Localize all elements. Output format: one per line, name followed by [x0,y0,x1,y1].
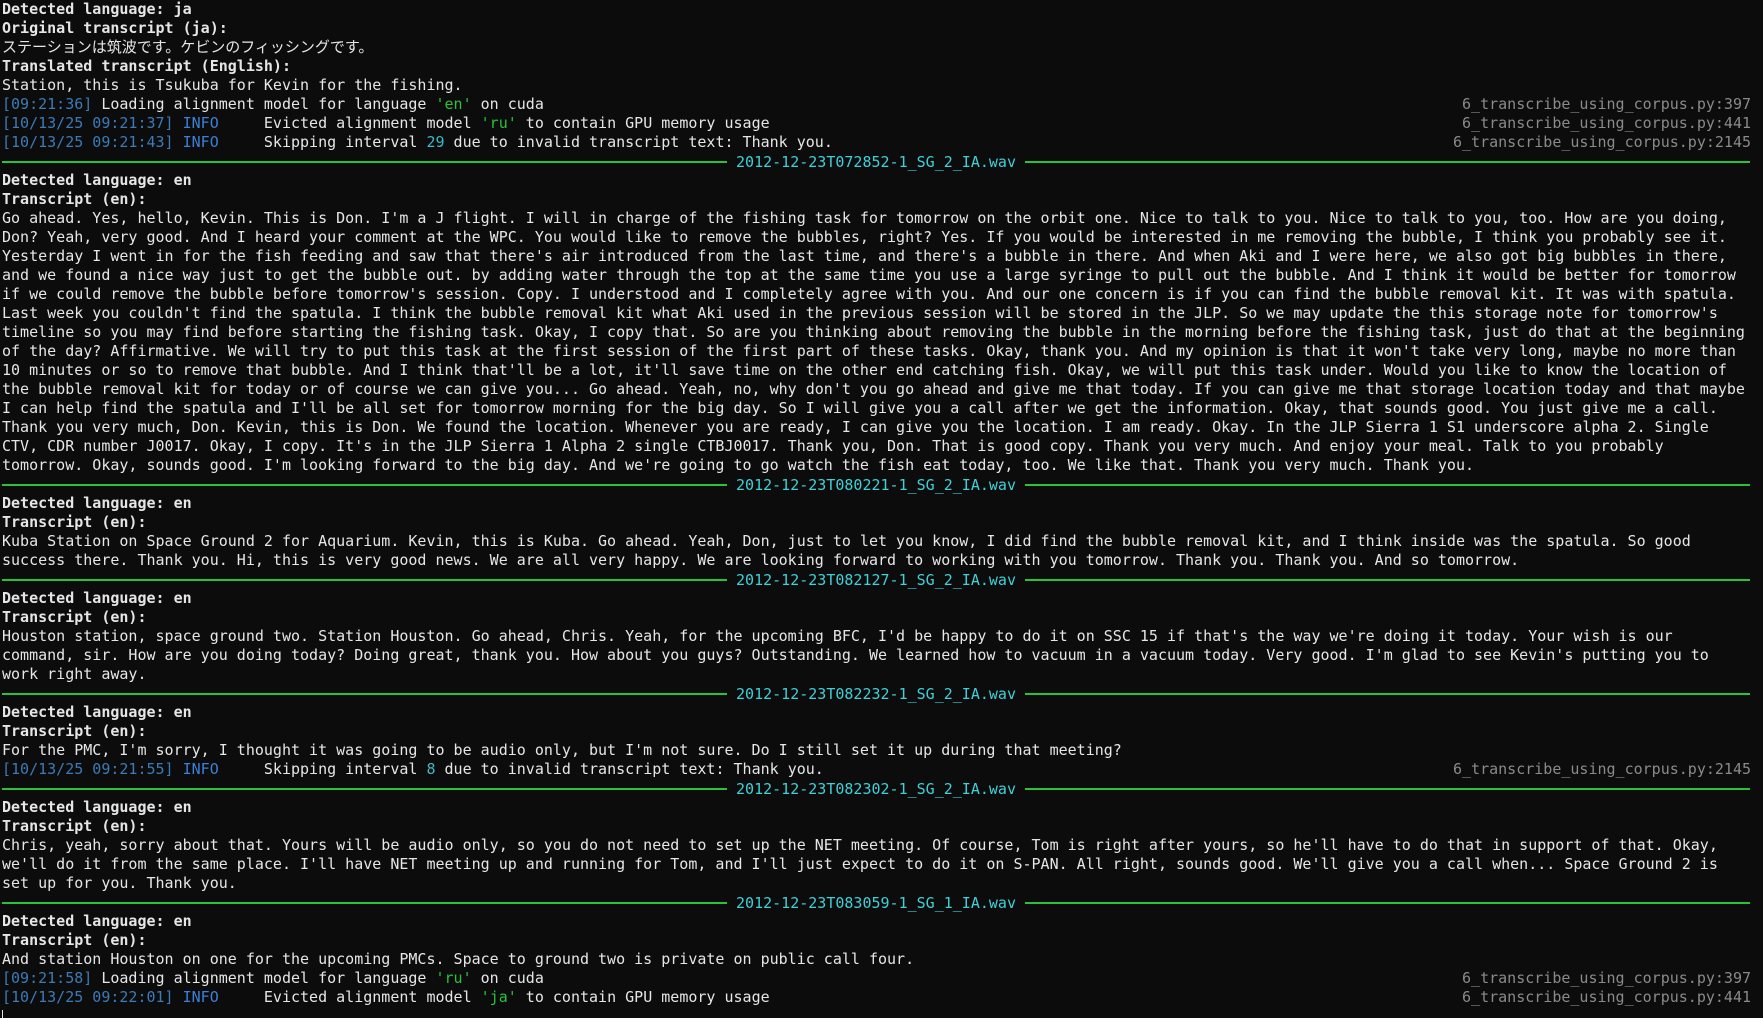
file-name: 2012-12-23T080221-1_SG_2_IA.wav [736,475,1016,494]
detected-language-line: Detected language: en [2,912,192,930]
transcript-label: Transcript (en): [2,817,147,835]
log-message-tail: to contain GPU memory usage [516,988,770,1006]
log-source-ref: 6_transcribe_using_corpus.py:2145 [1452,133,1751,151]
log-line: [10/13/25 09:22:01] INFO Evicted alignme… [2,988,1763,1007]
terminal-window[interactable]: Detected language: ja Original transcrip… [0,0,1763,1018]
log-language: 'en' [435,95,472,113]
text-cursor [2,1009,3,1018]
detected-language-line: Detected language: en [2,589,192,607]
separator-bar [1024,578,1750,581]
original-transcript-text: ステーションは筑波です。ケビンのフィッシングです。 [2,38,374,56]
log-timestamp: [10/13/25 09:21:43] [2,133,174,151]
detected-language-line: Detected language: en [2,798,192,816]
log-timestamp: [10/13/25 09:21:55] [2,760,174,778]
log-message: Loading alignment model for language [92,969,436,987]
transcript-label: Transcript (en): [2,513,147,531]
translated-transcript-text: Station, this is Tsukuba for Kevin for t… [2,76,463,94]
log-timestamp: [09:21:36] [2,95,93,113]
transcript-text: For the PMC, I'm sorry, I thought it was… [2,741,1122,759]
detected-language-line: Detected language: en [2,171,192,189]
separator-bar [2,787,728,790]
separator-bar [1024,787,1750,790]
log-source-ref: 6_transcribe_using_corpus.py:397 [1462,95,1751,113]
transcript-label: Transcript (en): [2,931,147,949]
log-message-tail: due to invalid transcript text: Thank yo… [444,133,833,151]
log-message: Evicted alignment model [218,114,481,132]
separator-bar [1024,160,1750,163]
log-source-ref: 6_transcribe_using_corpus.py:397 [1462,969,1751,987]
file-separator: 2012-12-23T082232-1_SG_2_IA.wav [2,684,1750,703]
log-line: [10/13/25 09:21:43] INFO Skipping interv… [2,133,1763,152]
file-separator: 2012-12-23T083059-1_SG_1_IA.wav [2,893,1750,912]
log-message: Skipping interval [218,133,427,151]
log-timestamp: [10/13/25 09:21:37] [2,114,174,132]
separator-bar [1024,692,1750,695]
log-language: 'ja' [480,988,517,1006]
prompt-line[interactable] [2,1007,1763,1018]
separator-bar [1024,901,1750,904]
original-transcript-label: Original transcript (ja): [2,19,228,37]
file-name: 2012-12-23T083059-1_SG_1_IA.wav [736,893,1016,912]
log-level: INFO [182,988,219,1006]
file-name: 2012-12-23T082232-1_SG_2_IA.wav [736,684,1016,703]
file-separator: 2012-12-23T080221-1_SG_2_IA.wav [2,475,1750,494]
log-timestamp: [10/13/25 09:22:01] [2,988,174,1006]
log-level: INFO [182,114,219,132]
separator-bar [2,692,728,695]
log-message-tail: on cuda [471,969,544,987]
file-separator: 2012-12-23T082127-1_SG_2_IA.wav [2,570,1750,589]
log-message: Loading alignment model for language [92,95,436,113]
log-line: [10/13/25 09:21:37] INFO Evicted alignme… [2,114,1763,133]
log-number: 29 [426,133,445,151]
log-level: INFO [182,133,219,151]
transcript-label: Transcript (en): [2,190,147,208]
log-line: [09:21:36] Loading alignment model for l… [2,95,1763,114]
log-language: 'ru' [480,114,517,132]
separator-bar [2,483,728,486]
separator-bar [1024,483,1750,486]
log-line: [09:21:58] Loading alignment model for l… [2,969,1763,988]
transcript-text: And station Houston on one for the upcom… [2,950,915,968]
file-separator: 2012-12-23T072852-1_SG_2_IA.wav [2,152,1750,171]
log-number: 8 [426,760,436,778]
log-source-ref: 6_transcribe_using_corpus.py:2145 [1452,760,1751,778]
separator-bar [2,578,728,581]
detected-language-line: Detected language: ja [2,0,192,18]
detected-language-line: Detected language: en [2,494,192,512]
log-source-ref: 6_transcribe_using_corpus.py:441 [1462,988,1751,1006]
log-message: Evicted alignment model [218,988,481,1006]
log-message-tail: due to invalid transcript text: Thank yo… [435,760,824,778]
log-message-tail: on cuda [471,95,544,113]
transcript-text: Kuba Station on Space Ground 2 for Aquar… [2,532,1700,569]
log-message-tail: to contain GPU memory usage [516,114,770,132]
log-timestamp: [09:21:58] [2,969,93,987]
transcript-label: Transcript (en): [2,722,147,740]
log-source-ref: 6_transcribe_using_corpus.py:441 [1462,114,1751,132]
log-line: [10/13/25 09:21:55] INFO Skipping interv… [2,760,1763,779]
detected-language-line: Detected language: en [2,703,192,721]
transcript-text: Chris, yeah, sorry about that. Yours wil… [2,836,1727,892]
transcript-label: Transcript (en): [2,608,147,626]
log-language: 'ru' [435,969,472,987]
translated-transcript-label: Translated transcript (English): [2,57,291,75]
file-name: 2012-12-23T082127-1_SG_2_IA.wav [736,570,1016,589]
log-message: Skipping interval [218,760,427,778]
file-name: 2012-12-23T082302-1_SG_2_IA.wav [736,779,1016,798]
log-level: INFO [182,760,219,778]
transcript-text: Houston station, space ground two. Stati… [2,627,1718,683]
transcript-text: Go ahead. Yes, hello, Kevin. This is Don… [2,209,1754,474]
file-name: 2012-12-23T072852-1_SG_2_IA.wav [736,152,1016,171]
separator-bar [2,901,728,904]
file-separator: 2012-12-23T082302-1_SG_2_IA.wav [2,779,1750,798]
separator-bar [2,160,728,163]
